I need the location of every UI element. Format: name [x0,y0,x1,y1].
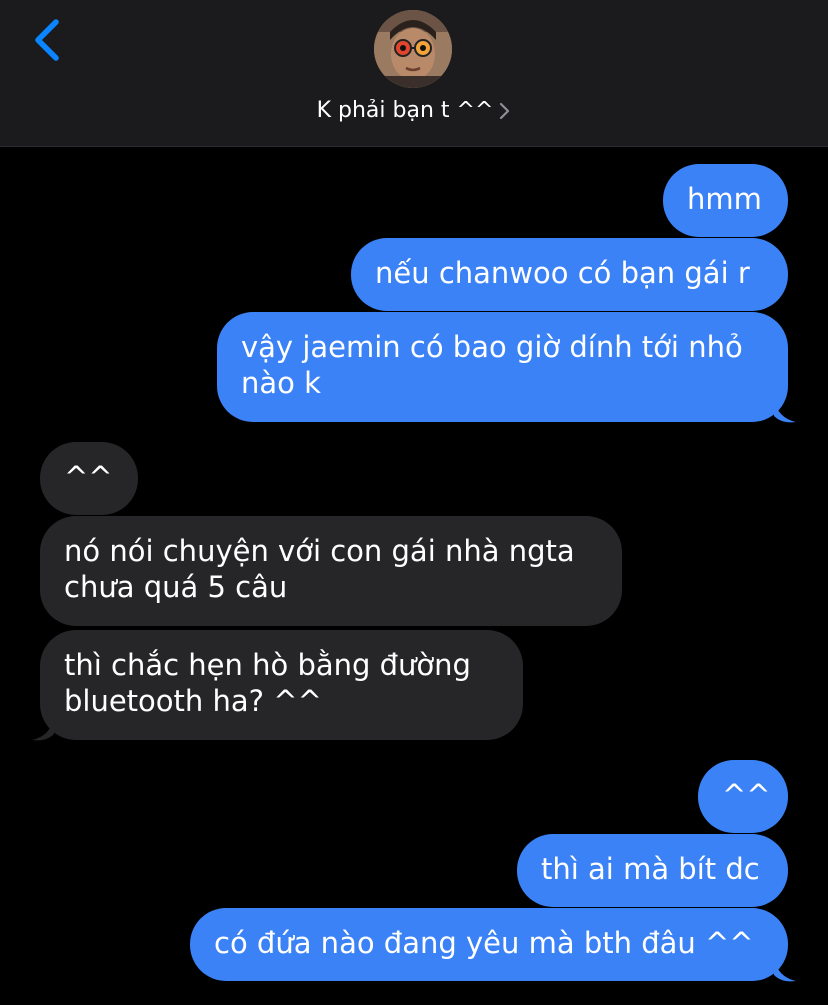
outgoing-message-bubble[interactable]: có đứa nào đang yêu mà bth đâu ^^ [190,908,788,981]
incoming-message-bubble[interactable]: ^^ [40,442,138,515]
message-text-line: ^^ [722,778,771,812]
contact-name: K phải bạn t ^^ [316,98,494,123]
message-text-line: hmm [687,182,762,216]
bubble-tail [774,400,796,423]
outgoing-message-bubble[interactable]: hmm [663,164,788,237]
message-text-line: chưa quá 5 câu [64,570,288,604]
incoming-message-bubble[interactable]: thì chắc hẹn hò bằng đường bluetooth ha? … [40,630,523,740]
contact-avatar[interactable] [374,10,452,88]
bubble-tail [32,718,54,741]
outgoing-message-bubble[interactable]: vậy jaemin có bao giờ dính tới nhỏ nào k [217,312,788,422]
message-text-line: có đứa nào đang yêu mà bth đâu ^^ [214,926,754,960]
chevron-left-icon[interactable] [28,16,68,64]
message-text-line: nó nói chuyện với con gái nhà ngta [64,534,575,568]
outgoing-message-bubble[interactable]: thì ai mà bít dc [517,834,788,907]
message-text-line: nào k [241,366,321,400]
message-text-line: bluetooth ha? ^^ [64,684,322,718]
message-text-line: vậy jaemin có bao giờ dính tới nhỏ [241,330,743,364]
incoming-message-bubble[interactable]: nó nói chuyện với con gái nhà ngta chưa q… [40,516,622,626]
bubble-tail [774,959,796,982]
chevron-right-icon [500,102,510,120]
message-text-line: ^^ [64,460,113,494]
outgoing-message-bubble[interactable]: ^^ [698,760,788,833]
outgoing-message-bubble[interactable]: nếu chanwoo có bạn gái r [351,238,788,311]
contact-name-button[interactable]: K phải bạn t ^^ [0,96,828,126]
avatar-photo [374,10,452,88]
message-text-line: nếu chanwoo có bạn gái r [375,256,750,290]
conversation-header: K phải bạn t ^^ [0,0,828,147]
message-text-line: thì chắc hẹn hò bằng đường [64,648,471,682]
message-text-line: thì ai mà bít dc [541,852,760,886]
